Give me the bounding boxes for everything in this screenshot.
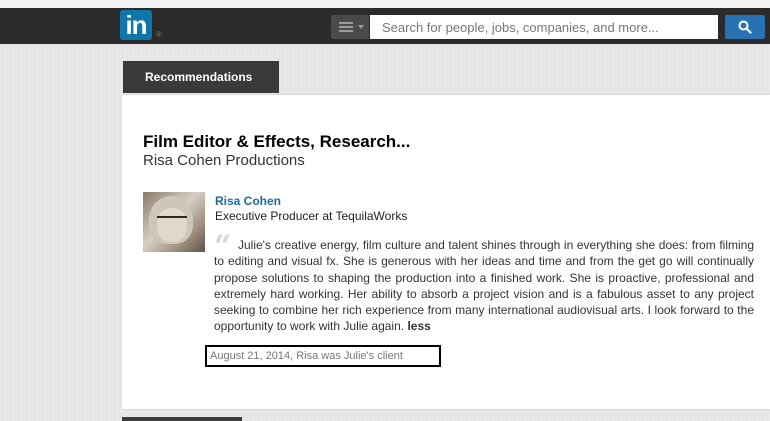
- recommendation-meta: August 21, 2014, Risa was Julie's client: [205, 345, 441, 367]
- next-section-tab: [122, 417, 242, 421]
- search-input[interactable]: [370, 15, 718, 39]
- recommender-name-link[interactable]: Risa Cohen: [215, 194, 281, 208]
- linkedin-logo[interactable]: in: [120, 10, 152, 40]
- menu-icon: [339, 22, 353, 32]
- browser-top-strip: [0, 0, 770, 8]
- position-company: Risa Cohen Productions: [143, 152, 305, 169]
- search-icon: [738, 20, 752, 34]
- recommender-role: Executive Producer at TequilaWorks: [215, 209, 408, 223]
- glasses-detail: [157, 216, 187, 224]
- recommender-avatar[interactable]: [143, 192, 205, 252]
- less-link[interactable]: less: [407, 319, 430, 333]
- recommendation-text: Julie's creative energy, film culture an…: [214, 237, 754, 335]
- search-button[interactable]: [725, 15, 765, 39]
- search-category-dropdown[interactable]: [331, 15, 369, 39]
- tab-recommendations[interactable]: Recommendations: [123, 61, 279, 93]
- logo-trademark-dot: ®: [156, 30, 162, 39]
- chevron-down-icon: [358, 25, 364, 29]
- recommendation-body: Julie's creative energy, film culture an…: [214, 238, 754, 334]
- position-title: Film Editor & Effects, Research...: [143, 132, 411, 151]
